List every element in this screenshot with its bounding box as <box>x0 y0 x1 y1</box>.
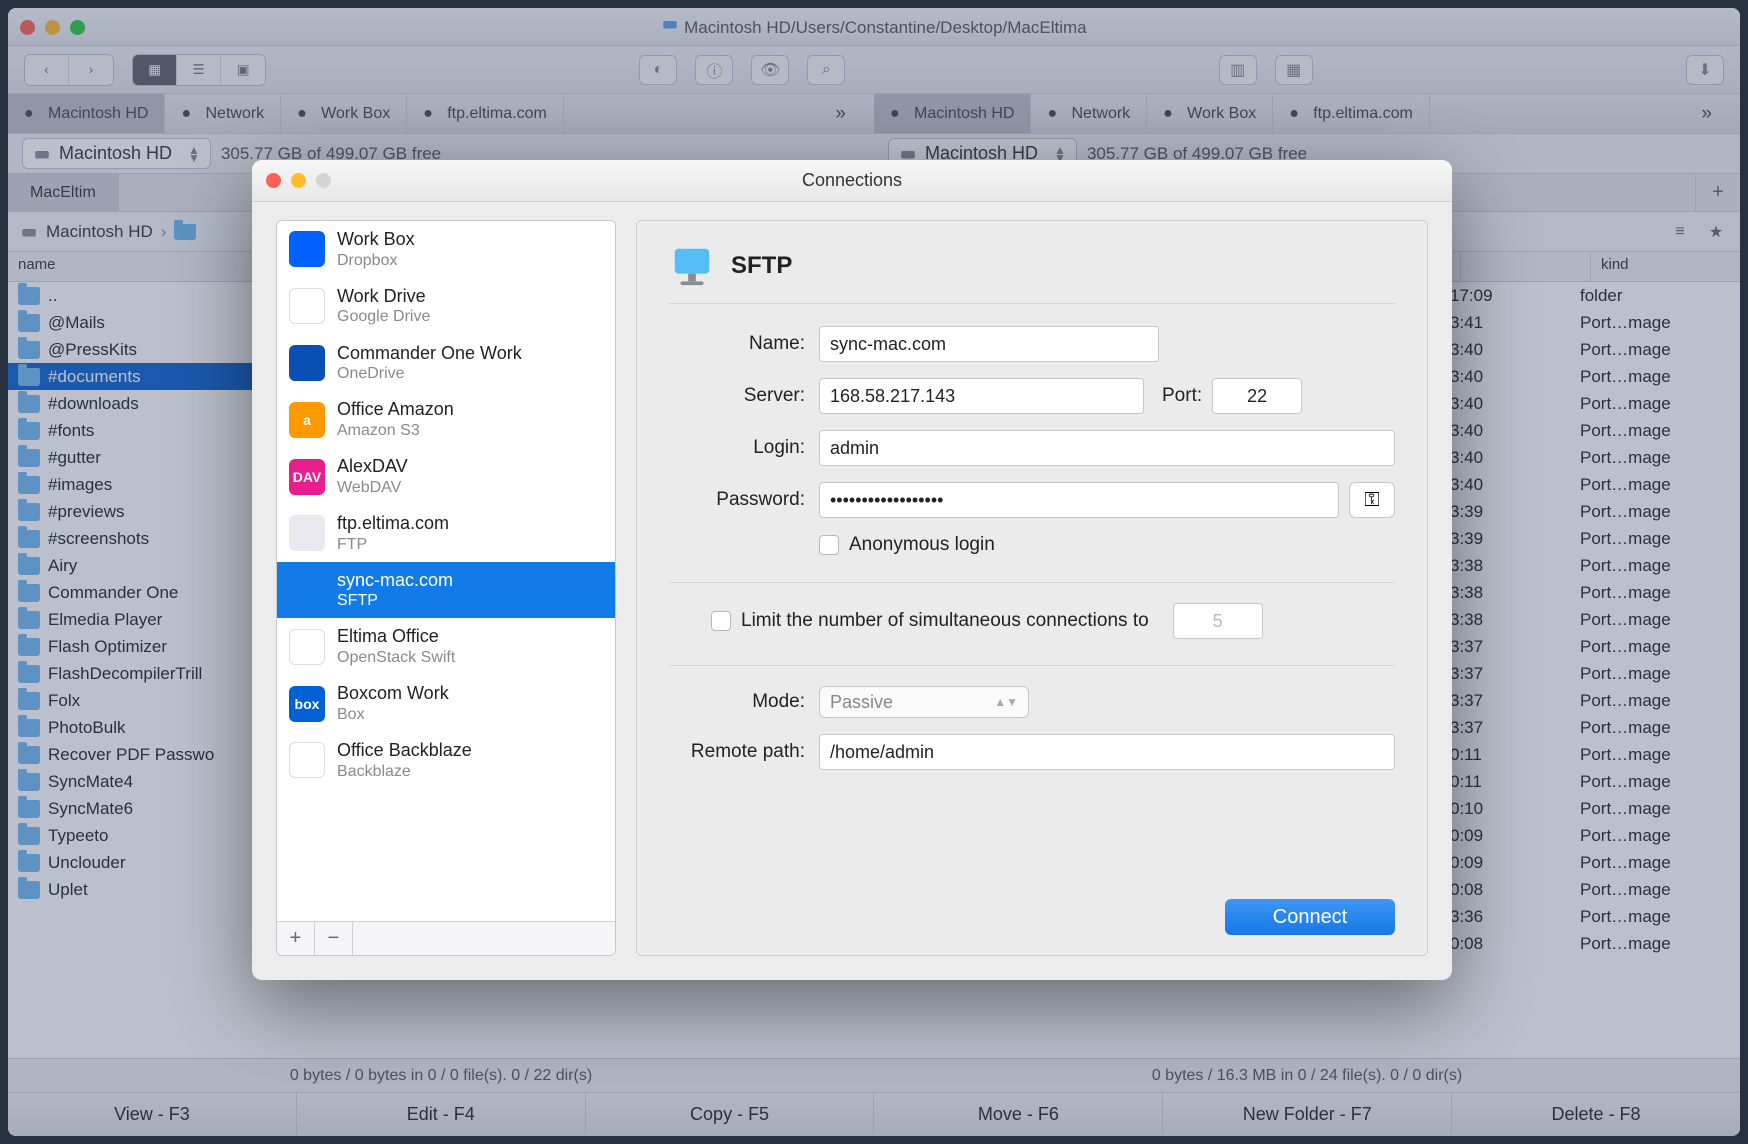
name-field[interactable] <box>819 326 1159 362</box>
toolbar: ‹ › ▦ ☰ ▣ ◐ ⓘ 👁 ⌕ ▥ ▦ ⬇ <box>8 46 1740 94</box>
tabs-right: ●Macintosh HD●Network●Work Box●ftp.eltim… <box>874 94 1740 134</box>
connection-item[interactable]: Eltima OfficeOpenStack Swift <box>277 618 615 675</box>
info-icon[interactable]: ⓘ <box>695 55 733 85</box>
connection-item[interactable]: aOffice AmazonAmazon S3 <box>277 391 615 448</box>
fkey-button[interactable]: View - F3 <box>8 1093 297 1136</box>
fkey-button[interactable]: New Folder - F7 <box>1163 1093 1452 1136</box>
disk-icon <box>661 15 679 33</box>
back-button[interactable]: ‹ <box>25 55 69 85</box>
minimize-window-icon[interactable] <box>45 20 60 35</box>
zoom-window-icon[interactable] <box>70 20 85 35</box>
download-icon[interactable]: ⬇ <box>1686 55 1724 85</box>
location-tab[interactable]: ●Macintosh HD <box>874 94 1031 133</box>
status-left: 0 bytes / 0 bytes in 0 / 0 file(s). 0 / … <box>8 1059 874 1092</box>
dialog-minimize-icon[interactable] <box>291 173 306 188</box>
binoculars-icon[interactable]: ⌕ <box>807 55 845 85</box>
anonymous-checkbox[interactable] <box>819 535 839 555</box>
col-kind[interactable]: kind <box>1590 252 1740 281</box>
label-mode: Mode: <box>669 691 819 713</box>
window-controls <box>20 20 85 35</box>
more-tabs-icon[interactable]: » <box>807 94 874 133</box>
connections-dialog: Connections Work BoxDropboxWork DriveGoo… <box>252 160 1452 980</box>
titlebar: Macintosh HD/Users/Constantine/Desktop/M… <box>8 8 1740 46</box>
grid-view-button[interactable]: ▣ <box>221 55 265 85</box>
star-icon[interactable]: ★ <box>1702 218 1730 246</box>
queue-icon[interactable]: ▥ <box>1219 55 1257 85</box>
label-server: Server: <box>669 385 819 407</box>
more-tabs-icon[interactable]: » <box>1673 94 1740 133</box>
window-title: Macintosh HD/Users/Constantine/Desktop/M… <box>661 15 1086 38</box>
connections-sidebar: Work BoxDropboxWork DriveGoogle DriveCom… <box>276 220 616 956</box>
connection-item[interactable]: Commander One WorkOneDrive <box>277 335 615 392</box>
connect-button[interactable]: Connect <box>1225 899 1395 935</box>
dialog-title: Connections <box>802 170 902 191</box>
close-window-icon[interactable] <box>20 20 35 35</box>
remove-connection-button[interactable]: − <box>315 922 353 955</box>
connection-item[interactable]: sync-mac.comSFTP <box>277 562 615 619</box>
status-right: 0 bytes / 16.3 MB in 0 / 24 file(s). 0 /… <box>874 1059 1740 1092</box>
fkey-button[interactable]: Edit - F4 <box>297 1093 586 1136</box>
list-layout-icon[interactable]: ≡ <box>1666 218 1694 246</box>
disk-icon <box>33 145 51 163</box>
forward-button[interactable]: › <box>69 55 113 85</box>
add-pane-tab[interactable]: + <box>1695 174 1740 211</box>
disk-icon <box>20 223 38 241</box>
label-password: Password: <box>669 489 819 511</box>
location-tab[interactable]: ●Work Box <box>1147 94 1273 133</box>
toggle-icon[interactable]: ◐ <box>639 55 677 85</box>
connection-item[interactable]: Work DriveGoogle Drive <box>277 278 615 335</box>
label-anonymous: Anonymous login <box>849 534 995 556</box>
statusbar: 0 bytes / 0 bytes in 0 / 0 file(s). 0 / … <box>8 1058 1740 1092</box>
add-connection-button[interactable]: + <box>277 922 315 955</box>
connection-item[interactable]: Work BoxDropbox <box>277 221 615 278</box>
nav-back-forward: ‹ › <box>24 54 114 86</box>
label-port: Port: <box>1162 385 1212 407</box>
dialog-close-icon[interactable] <box>266 173 281 188</box>
location-tab[interactable]: ●ftp.eltima.com <box>407 94 564 133</box>
location-tab[interactable]: ●Network <box>1031 94 1147 133</box>
form-header: SFTP <box>731 252 792 280</box>
location-tab[interactable]: ●ftp.eltima.com <box>1273 94 1430 133</box>
fkey-button[interactable]: Move - F6 <box>874 1093 1163 1136</box>
breadcrumb-item[interactable]: Macintosh HD <box>46 222 153 242</box>
function-keys: View - F3Edit - F4Copy - F5Move - F6New … <box>8 1092 1740 1136</box>
key-icon[interactable]: ⚿ <box>1349 482 1395 518</box>
connection-item[interactable]: DAVAlexDAVWebDAV <box>277 448 615 505</box>
connection-item[interactable]: ftp.eltima.comFTP <box>277 505 615 562</box>
remote-path-field[interactable] <box>819 734 1395 770</box>
list-view-button[interactable]: ☰ <box>177 55 221 85</box>
sidebar-footer: + − <box>277 921 615 955</box>
preview-icon[interactable]: 👁 <box>751 55 789 85</box>
fkey-button[interactable]: Delete - F8 <box>1452 1093 1740 1136</box>
folder-icon <box>174 224 196 240</box>
label-login: Login: <box>669 437 819 459</box>
folder-icon[interactable]: ▦ <box>1275 55 1313 85</box>
label-name: Name: <box>669 333 819 355</box>
label-limit: Limit the number of simultaneous connect… <box>741 610 1149 632</box>
mode-select[interactable]: Passive▲▼ <box>819 686 1029 718</box>
location-tab[interactable]: ●Macintosh HD <box>8 94 165 133</box>
dialog-zoom-icon <box>316 173 331 188</box>
location-tab[interactable]: ●Network <box>165 94 281 133</box>
location-tab[interactable]: ●Work Box <box>281 94 407 133</box>
thumb-view-button[interactable]: ▦ <box>133 55 177 85</box>
dialog-titlebar: Connections <box>252 160 1452 202</box>
limit-checkbox[interactable] <box>711 611 731 631</box>
tabs-left: ●Macintosh HD●Network●Work Box●ftp.eltim… <box>8 94 874 134</box>
sftp-icon <box>669 243 715 289</box>
password-field[interactable] <box>819 482 1339 518</box>
connection-item[interactable]: Office BackblazeBackblaze <box>277 732 615 789</box>
connection-item[interactable]: boxBoxcom WorkBox <box>277 675 615 732</box>
server-field[interactable] <box>819 378 1144 414</box>
limit-field[interactable] <box>1173 603 1263 639</box>
login-field[interactable] <box>819 430 1395 466</box>
label-remote: Remote path: <box>669 741 819 763</box>
port-field[interactable] <box>1212 378 1302 414</box>
fkey-button[interactable]: Copy - F5 <box>586 1093 875 1136</box>
connection-form: SFTP Name: Server: Port: Login: Password… <box>636 220 1428 956</box>
view-mode-segment: ▦ ☰ ▣ <box>132 54 266 86</box>
pane-tab[interactable]: MacEltim <box>8 174 119 211</box>
volume-selector-left[interactable]: Macintosh HD▲▼ <box>22 138 211 169</box>
